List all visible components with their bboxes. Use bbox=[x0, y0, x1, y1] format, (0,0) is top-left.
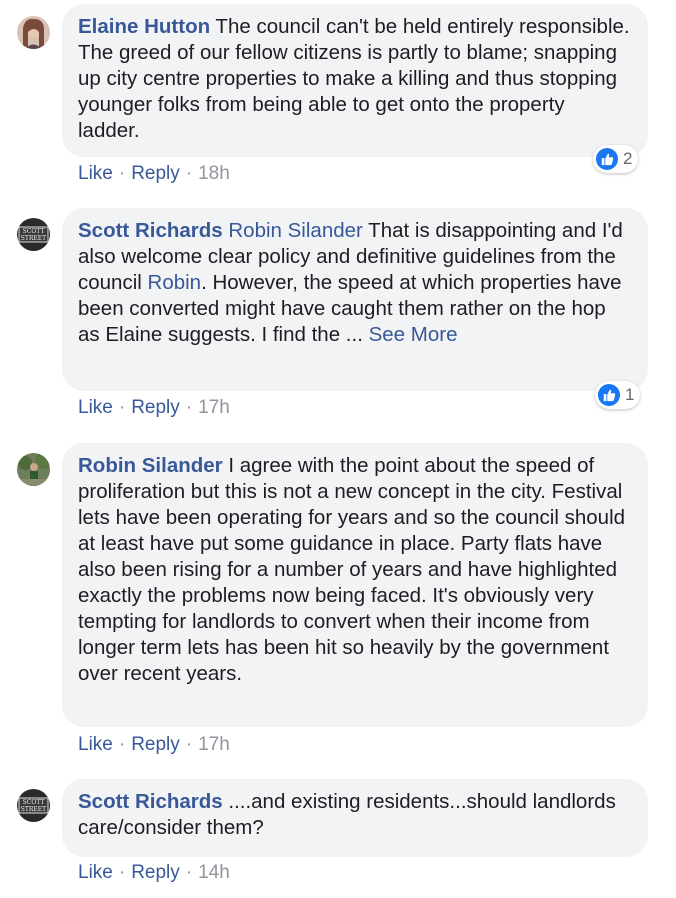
separator-dot: · bbox=[185, 163, 193, 184]
mention-link[interactable]: Robin bbox=[148, 271, 202, 294]
comment-author[interactable]: Robin Silander bbox=[78, 454, 223, 477]
like-link[interactable]: Like bbox=[78, 862, 113, 883]
comment-bubble: Scott Richards ....and existing resident… bbox=[62, 779, 648, 857]
reply-link[interactable]: Reply bbox=[131, 734, 180, 755]
svg-text:SCOTT: SCOTT bbox=[23, 799, 45, 806]
separator-dot: · bbox=[185, 734, 193, 755]
separator-dot: · bbox=[118, 163, 126, 184]
separator-dot: · bbox=[185, 397, 193, 418]
comment-author[interactable]: Scott Richards bbox=[78, 790, 223, 813]
comment-actions: Like · Reply · 14h bbox=[78, 861, 230, 885]
reply-link[interactable]: Reply bbox=[131, 163, 180, 184]
like-link[interactable]: Like bbox=[78, 397, 113, 418]
comment-bubble: Robin Silander I agree with the point ab… bbox=[62, 443, 648, 727]
comment-timestamp[interactable]: 14h bbox=[198, 862, 230, 883]
comment-bubble: Elaine Hutton The council can't be held … bbox=[62, 4, 648, 157]
like-link[interactable]: Like bbox=[78, 734, 113, 755]
comment-author[interactable]: Scott Richards bbox=[78, 219, 223, 242]
comment-actions: Like · Reply · 18h bbox=[78, 162, 230, 186]
avatar-elaine-hutton[interactable] bbox=[17, 16, 50, 49]
comment-bubble: Scott Richards Robin Silander That is di… bbox=[62, 208, 648, 391]
comment-actions: Like · Reply · 17h bbox=[78, 396, 230, 420]
mention-link[interactable]: Robin Silander bbox=[228, 219, 362, 242]
like-icon bbox=[598, 384, 620, 406]
svg-text:SCOTT: SCOTT bbox=[23, 228, 45, 235]
comment-timestamp[interactable]: 17h bbox=[198, 734, 230, 755]
like-link[interactable]: Like bbox=[78, 163, 113, 184]
separator-dot: · bbox=[118, 397, 126, 418]
comment-author[interactable]: Elaine Hutton bbox=[78, 15, 210, 38]
reaction-badge[interactable]: 2 bbox=[593, 145, 639, 173]
separator-dot: · bbox=[118, 862, 126, 883]
svg-text:STREET: STREET bbox=[21, 235, 46, 242]
svg-text:STREET: STREET bbox=[21, 806, 46, 813]
reaction-count: 2 bbox=[623, 149, 633, 168]
separator-dot: · bbox=[185, 862, 193, 883]
avatar-scott-richards[interactable]: SCOTT STREET bbox=[17, 789, 50, 822]
comment-timestamp[interactable]: 18h bbox=[198, 163, 230, 184]
like-icon bbox=[596, 148, 618, 170]
comment-timestamp[interactable]: 17h bbox=[198, 397, 230, 418]
reply-link[interactable]: Reply bbox=[131, 862, 180, 883]
comment-text: I agree with the point about the speed o… bbox=[78, 454, 626, 685]
avatar-robin-silander[interactable] bbox=[17, 453, 50, 486]
reaction-badge[interactable]: 1 bbox=[595, 381, 641, 409]
reaction-count: 1 bbox=[625, 385, 635, 404]
reply-link[interactable]: Reply bbox=[131, 397, 180, 418]
separator-dot: · bbox=[118, 734, 126, 755]
see-more-link[interactable]: See More bbox=[369, 323, 458, 346]
comment-actions: Like · Reply · 17h bbox=[78, 733, 230, 757]
avatar-scott-richards[interactable]: SCOTT STREET bbox=[17, 218, 50, 251]
